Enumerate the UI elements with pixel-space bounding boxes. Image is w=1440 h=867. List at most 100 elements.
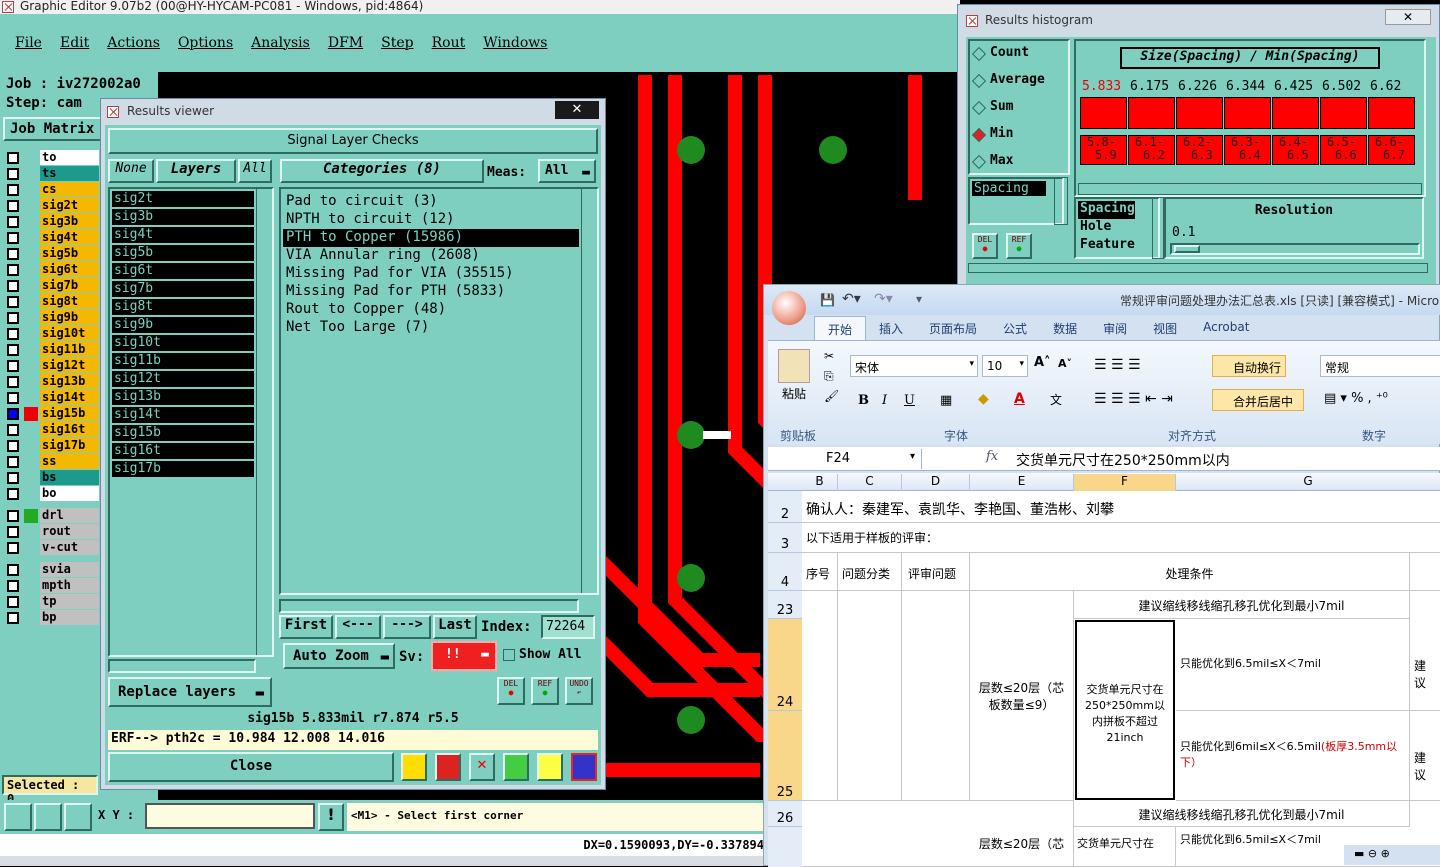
layer-checkbox[interactable] (7, 440, 19, 452)
category-hscroll[interactable] (279, 599, 579, 613)
hist-ref-button[interactable]: REF ● (1006, 233, 1032, 259)
rv-layer-item[interactable]: sig10t (112, 335, 254, 351)
layer-color-swatch[interactable] (24, 295, 38, 309)
header-issue[interactable]: 评审问题 (902, 553, 970, 591)
percent-style-icon[interactable]: ▤ ▾ % , ⁺⁰ (1324, 391, 1388, 406)
rv-layer-item[interactable]: sig14t (112, 407, 254, 423)
name-box[interactable]: F24 ▾ (768, 449, 922, 469)
layer-color-swatch[interactable] (24, 423, 38, 437)
layer-name[interactable]: to (40, 150, 99, 165)
redo-icon[interactable]: ↷▾ (874, 291, 893, 307)
layer-name[interactable]: mpth (40, 578, 99, 593)
index-input[interactable]: 72264 (541, 615, 595, 639)
layer-checkbox[interactable] (7, 424, 19, 436)
type-scrollbar[interactable] (1054, 177, 1068, 225)
cell-f24-selected[interactable]: 交货单元尺寸在250*250mm以内拼板不超过21inch (1075, 620, 1175, 800)
job-matrix-button[interactable]: Job Matrix (3, 117, 103, 141)
layer-checkbox[interactable] (7, 580, 19, 592)
histogram-bar[interactable] (1224, 97, 1271, 129)
column-header[interactable]: D (902, 474, 970, 491)
layer-name[interactable]: cs (40, 182, 99, 197)
xy-input[interactable] (145, 803, 315, 829)
layer-checkbox[interactable] (7, 596, 19, 608)
rv-layer-item[interactable]: sig6t (112, 263, 254, 279)
cell-confirm[interactable]: 确认人：秦建军、袁凯华、李艳国、董浩彬、刘攀 (802, 491, 1440, 523)
layer-row[interactable]: sig7b (5, 278, 99, 294)
merge-center-button[interactable]: 合并后居中 (1212, 389, 1304, 411)
layer-color-swatch[interactable] (24, 455, 38, 469)
histogram-bar[interactable] (1320, 97, 1367, 129)
radio-icon[interactable] (971, 127, 987, 143)
histogram-bar[interactable] (1176, 97, 1223, 129)
layer-row[interactable]: sig13b (5, 374, 99, 390)
layer-name[interactable]: sig16t (40, 422, 99, 437)
severity-dropdown[interactable]: !! ▬ (431, 641, 497, 671)
histogram-bar[interactable] (1272, 97, 1319, 129)
cell-f23[interactable]: 建议缩线移线缩孔移孔优化到最小7mil (1074, 591, 1410, 619)
close-icon[interactable]: ✕ (555, 101, 599, 119)
ribbon-tab[interactable]: 开始 (814, 316, 867, 340)
layer-row[interactable]: ss (5, 454, 99, 470)
layer-checkbox[interactable] (7, 264, 19, 276)
qat-menu-icon[interactable]: ▾ (916, 292, 922, 306)
kind-item[interactable]: Spacing (1078, 201, 1135, 219)
cell-f26[interactable]: 建议缩线移线缩孔移孔优化到最小7mil (1074, 801, 1410, 827)
layer-name[interactable]: sig14t (40, 390, 99, 405)
show-all-checkbox[interactable] (503, 649, 515, 661)
layer-color-swatch[interactable] (24, 471, 38, 485)
layer-color-swatch[interactable] (24, 407, 38, 421)
layer-row[interactable]: svia (5, 562, 99, 578)
cell-e24[interactable]: 层数≤20层（芯板数量≤9） (970, 591, 1074, 801)
layer-name[interactable]: ss (40, 454, 99, 469)
layer-checkbox[interactable] (7, 152, 19, 164)
rv-layer-item[interactable]: sig3b (112, 209, 254, 225)
layer-color-swatch[interactable] (24, 151, 38, 165)
undo-icon[interactable]: ↶▾ (842, 291, 861, 307)
stat-option-average[interactable]: Average (970, 68, 1068, 95)
category-item[interactable]: VIA Annular ring (2608) (283, 247, 579, 265)
layer-color-swatch[interactable] (24, 439, 38, 453)
header-seq[interactable]: 序号 (802, 553, 838, 591)
category-item[interactable]: NPTH to circuit (12) (283, 211, 579, 229)
ref-button[interactable]: REF ● (531, 677, 559, 705)
layer-checkbox[interactable] (7, 184, 19, 196)
rv-layer-item[interactable]: sig7b (112, 281, 254, 297)
layer-checkbox[interactable] (7, 510, 19, 522)
clear-icon[interactable]: ✕ (469, 753, 495, 781)
notes-icon[interactable] (537, 753, 563, 781)
layer-color-swatch[interactable] (24, 247, 38, 261)
radio-icon[interactable] (971, 154, 987, 170)
copy-icon[interactable]: ⎘ (824, 369, 834, 384)
menu-options[interactable]: Options (178, 35, 233, 51)
layer-row[interactable]: sig15b (5, 406, 99, 422)
undo-button[interactable]: UNDO ↶ (565, 677, 593, 705)
measure-icon[interactable] (34, 803, 62, 831)
ribbon-tab[interactable]: 公式 (990, 316, 1040, 340)
rv-layer-item[interactable]: sig4t (112, 227, 254, 243)
menu-windows[interactable]: Windows (483, 35, 547, 51)
cell-g24[interactable]: 只能优化到6.5mil≤X＜7mil (1176, 619, 1410, 711)
layer-row[interactable]: sig2t (5, 198, 99, 214)
layer-name[interactable]: sig15b (40, 406, 99, 421)
layer-checkbox[interactable] (7, 360, 19, 372)
number-format-dropdown[interactable]: 常规 (1320, 355, 1440, 377)
layer-color-swatch[interactable] (24, 199, 38, 213)
alert-icon[interactable]: ! (318, 803, 344, 831)
font-name-dropdown[interactable]: 宋体 ▾ (850, 355, 978, 377)
layer-list-scrollbar[interactable] (256, 189, 272, 655)
layer-color-swatch[interactable] (24, 343, 38, 357)
first-button[interactable]: First (279, 615, 333, 639)
layer-checkbox[interactable] (7, 408, 19, 420)
rv-layer-item[interactable]: sig11b (112, 353, 254, 369)
font-size-dropdown[interactable]: 10 ▾ (982, 355, 1028, 377)
histogram-bottom-scroll[interactable] (968, 263, 1428, 273)
layer-row[interactable]: sig17b (5, 438, 99, 454)
layer-row[interactable]: bo (5, 486, 99, 502)
cell-c23[interactable] (838, 591, 902, 801)
layer-row[interactable]: sig12t (5, 358, 99, 374)
ribbon-tab[interactable]: 插入 (866, 316, 916, 340)
layer-checkbox[interactable] (7, 376, 19, 388)
cell-b23[interactable] (802, 591, 838, 801)
header-extra[interactable] (1410, 553, 1440, 591)
vertical-align-group[interactable]: ☰ ☰ ☰ (1094, 357, 1174, 379)
